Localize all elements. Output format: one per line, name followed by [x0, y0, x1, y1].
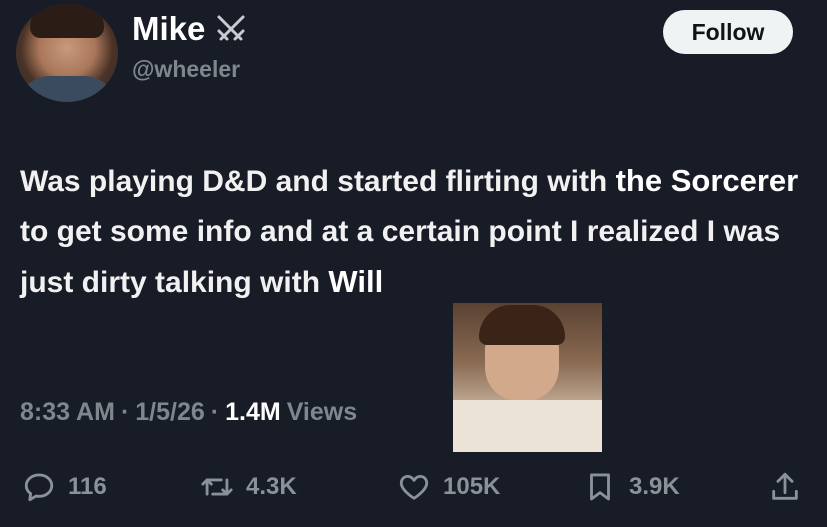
- photo-person-shirt: [453, 400, 602, 452]
- tweet-text-part2: to get some info and at a certain point …: [20, 215, 781, 299]
- follow-button[interactable]: Follow: [663, 10, 793, 54]
- bookmark-icon: [590, 473, 610, 501]
- crossed-swords-icon: [217, 15, 245, 41]
- avatar-hair: [30, 4, 104, 38]
- heart-icon: [399, 474, 429, 500]
- retweet-icon: [201, 478, 233, 496]
- reply-button[interactable]: 116: [22, 462, 107, 512]
- avatar-shirt: [16, 76, 118, 102]
- bookmark-count: 3.9K: [629, 473, 680, 500]
- tweet-image[interactable]: [453, 303, 602, 452]
- meta-separator: ·: [210, 398, 220, 426]
- tweet-highlight-sorcerer: the Sorcerer: [615, 163, 799, 198]
- tweet-highlight-will: Will: [328, 264, 384, 299]
- author-name-row[interactable]: Mike: [132, 10, 249, 48]
- photo-person-hair: [479, 305, 565, 345]
- reply-icon: [24, 473, 54, 502]
- author-name[interactable]: Mike: [132, 10, 205, 48]
- tweet-time[interactable]: 8:33 AM: [20, 398, 115, 427]
- meta-separator: ·: [120, 398, 130, 426]
- like-count: 105K: [443, 473, 501, 500]
- share-icon: [772, 472, 798, 500]
- retweet-count: 4.3K: [246, 473, 297, 500]
- views-label: Views: [286, 398, 358, 426]
- like-button[interactable]: 105K: [397, 462, 500, 512]
- retweet-button[interactable]: 4.3K: [200, 462, 297, 512]
- reply-count: 116: [68, 473, 107, 500]
- bookmark-button[interactable]: 3.9K: [583, 462, 680, 512]
- action-bar: 116 4.3K 105K 3.9K: [0, 462, 827, 512]
- author-avatar[interactable]: [16, 4, 118, 102]
- tweet-date[interactable]: 1/5/26: [135, 398, 205, 427]
- views-count: 1.4M: [225, 398, 281, 426]
- share-button[interactable]: [768, 462, 802, 512]
- tweet-text: Was playing D&D and started flirting wit…: [20, 156, 810, 308]
- author-handle[interactable]: @wheeler: [132, 56, 240, 83]
- tweet-meta: 8:33 AM · 1/5/26 · 1.4M Views: [20, 398, 357, 427]
- tweet-text-part1: Was playing D&D and started flirting wit…: [20, 165, 616, 198]
